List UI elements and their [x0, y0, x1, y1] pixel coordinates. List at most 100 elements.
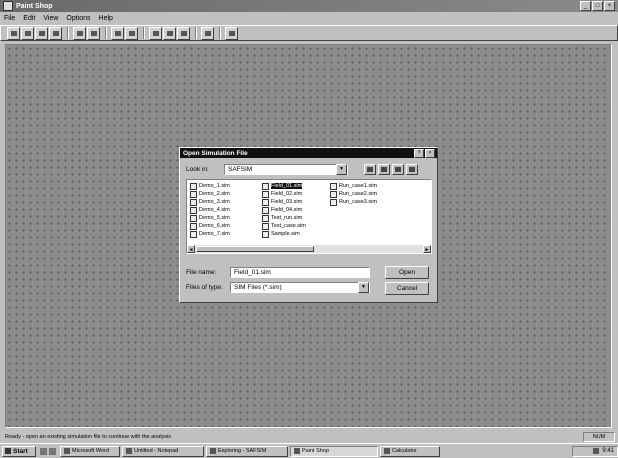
cut-button[interactable] [73, 26, 86, 40]
list-item[interactable]: Test_case.sim [262, 222, 306, 230]
list-item[interactable]: Field_03.sim [262, 198, 306, 206]
list-item[interactable]: Demo_3.sim [190, 198, 230, 206]
minimize-button[interactable]: _ [580, 1, 591, 11]
open-folder-icon [24, 30, 31, 36]
volume-icon[interactable] [593, 448, 600, 454]
file-type-label: Files of type: [186, 284, 223, 291]
file-icon [262, 190, 269, 198]
chevron-down-icon[interactable]: ▼ [358, 282, 369, 293]
scroll-right-icon[interactable]: ► [423, 245, 431, 253]
list-item[interactable]: Run_case1.sim [330, 182, 377, 190]
help-icon [228, 30, 235, 36]
grid-button[interactable] [177, 26, 190, 40]
maximize-button[interactable]: □ [592, 1, 603, 11]
menu-help[interactable]: Help [95, 15, 117, 22]
file-icon [262, 182, 269, 190]
file-icon [262, 230, 269, 238]
zoom-in-icon [152, 30, 159, 36]
file-icon [190, 230, 197, 238]
help-button[interactable] [225, 26, 238, 40]
list-item[interactable]: Demo_7.sim [190, 230, 230, 238]
save-icon [38, 30, 45, 36]
menu-edit[interactable]: Edit [19, 15, 39, 22]
new-folder-button[interactable] [378, 164, 390, 175]
copy-button[interactable] [87, 26, 100, 40]
undo-button[interactable] [125, 26, 138, 40]
new-file-button[interactable] [7, 26, 20, 40]
scrollbar-thumb[interactable] [196, 246, 314, 252]
close-button[interactable]: × [604, 1, 615, 11]
list-item[interactable]: Demo_2.sim [190, 190, 230, 198]
menu-options[interactable]: Options [62, 15, 94, 22]
task-paint-shop[interactable]: Paint Shop [290, 445, 378, 457]
system-tray: 9:41 [572, 445, 618, 457]
open-file-dialog: Open Simulation File ? × Look in: SAFSIM… [179, 147, 438, 303]
zoom-in-button[interactable] [149, 26, 162, 40]
file-type-value: SIM Files (*.sim) [234, 284, 282, 291]
file-list[interactable]: Demo_1.sim Demo_2.sim Demo_3.sim Demo_4.… [186, 179, 432, 254]
file-name-input[interactable]: Field_01.sim [230, 267, 370, 278]
menu-view[interactable]: View [39, 15, 62, 22]
list-item[interactable]: Demo_1.sim [190, 182, 230, 190]
toolbar-separator [219, 27, 221, 39]
list-item[interactable]: Field_02.sim [262, 190, 306, 198]
menu-file[interactable]: File [0, 15, 19, 22]
up-folder-icon [367, 167, 373, 172]
cancel-button[interactable]: Cancel [385, 282, 429, 295]
start-button[interactable]: Start [2, 445, 36, 457]
file-icon [190, 222, 197, 230]
file-icon [330, 182, 337, 190]
file-icon [190, 182, 197, 190]
file-type-combo[interactable]: SIM Files (*.sim) ▼ [230, 282, 370, 293]
list-item[interactable]: Run_case3.sim [330, 198, 377, 206]
file-name-row: File name: Field_01.sim [186, 267, 370, 278]
list-view-button[interactable] [392, 164, 404, 175]
workspace-canvas[interactable]: Open Simulation File ? × Look in: SAFSIM… [5, 44, 612, 428]
open-file-button[interactable] [21, 26, 34, 40]
look-in-label: Look in: [186, 166, 209, 173]
windows-logo-icon [5, 448, 11, 454]
calculator-icon [384, 448, 390, 454]
details-view-button[interactable] [406, 164, 418, 175]
clock[interactable]: 9:41 [602, 448, 614, 454]
scroll-left-icon[interactable]: ◄ [187, 245, 195, 253]
paste-icon [114, 30, 121, 36]
list-item-selected[interactable]: Field_01.sim [262, 182, 306, 190]
browser-icon[interactable] [49, 447, 56, 455]
look-in-value: SAFSIM [228, 166, 253, 173]
zoom-out-button[interactable] [163, 26, 176, 40]
print-icon [52, 30, 59, 36]
status-text: Ready - open an existing simulation file… [5, 434, 172, 440]
task-word[interactable]: Microsoft Word [60, 445, 120, 457]
run-icon [204, 30, 211, 36]
list-item[interactable]: Field_04.sim [262, 206, 306, 214]
desktop-icon[interactable] [40, 447, 47, 455]
task-calculator[interactable]: Calculator [380, 445, 440, 457]
save-button[interactable] [35, 26, 48, 40]
toolbar-separator [105, 27, 107, 39]
paste-button[interactable] [111, 26, 124, 40]
horizontal-scrollbar[interactable]: ◄ ► [187, 245, 431, 253]
list-item[interactable]: Demo_4.sim [190, 206, 230, 214]
list-item[interactable]: Demo_5.sim [190, 214, 230, 222]
app-icon[interactable] [3, 1, 13, 11]
list-item[interactable]: Run_case2.sim [330, 190, 377, 198]
task-explorer[interactable]: Exploring - SAFSIM [206, 445, 288, 457]
look-in-combo[interactable]: SAFSIM ▼ [224, 164, 348, 175]
dialog-help-button[interactable]: ? [414, 148, 424, 158]
chevron-down-icon[interactable]: ▼ [336, 164, 347, 175]
paint-icon [294, 448, 300, 454]
list-item[interactable]: Sample.sim [262, 230, 306, 238]
window-titlebar: Paint Shop _ □ × [0, 0, 618, 12]
task-notepad[interactable]: Untitled - Notepad [122, 445, 204, 457]
file-icon [262, 222, 269, 230]
run-button[interactable] [201, 26, 214, 40]
list-item[interactable]: Demo_6.sim [190, 222, 230, 230]
open-button[interactable]: Open [385, 266, 429, 279]
dialog-close-button[interactable]: × [425, 148, 435, 158]
list-item[interactable]: Test_run.sim [262, 214, 306, 222]
file-icon [190, 198, 197, 206]
up-folder-button[interactable] [364, 164, 376, 175]
print-button[interactable] [49, 26, 62, 40]
file-icon [190, 206, 197, 214]
